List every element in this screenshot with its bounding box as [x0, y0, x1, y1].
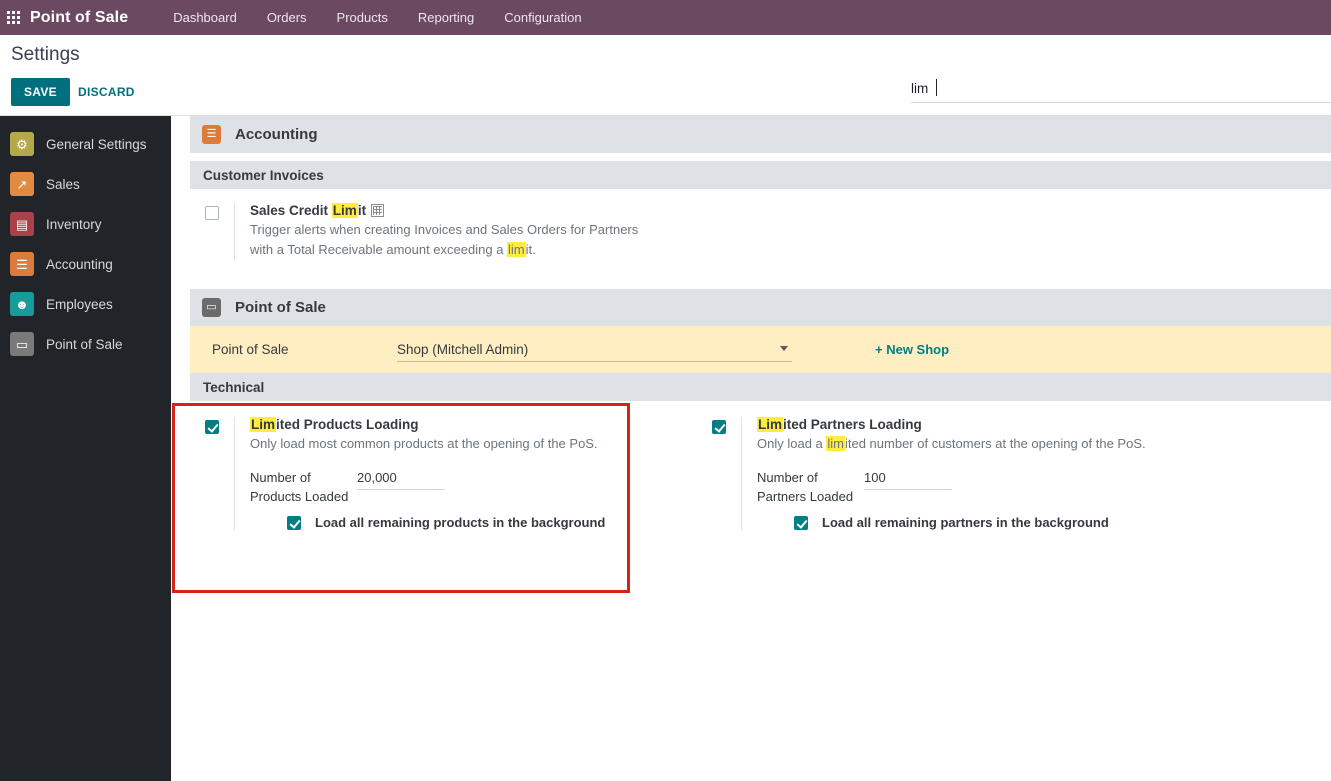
setting-title: Limited Products Loading	[250, 417, 605, 432]
search-highlight: lim	[507, 242, 526, 257]
nav-item-products[interactable]: Products	[322, 0, 403, 35]
nav-item-configuration[interactable]: Configuration	[489, 0, 596, 35]
search-highlight: Lim	[250, 417, 277, 432]
people-icon: ☻	[10, 292, 34, 316]
new-shop-link[interactable]: + New Shop	[875, 342, 949, 357]
search-bar[interactable]	[911, 75, 1331, 103]
sidebar-item-label: Employees	[46, 296, 113, 312]
partners-background-row: Load all remaining partners in the backg…	[757, 515, 1146, 530]
pos-select-wrapper[interactable]: Shop (Mitchell Admin)	[397, 337, 792, 362]
company-building-icon	[371, 204, 385, 217]
app-section-point-of-sale: ▭ Point of Sale	[190, 289, 1331, 326]
pos-terminal-icon: ▭	[10, 332, 34, 356]
accounting-app-icon: ☰	[202, 125, 221, 144]
sidebar-item-label: Accounting	[46, 256, 113, 272]
apps-grid-icon[interactable]	[7, 10, 21, 25]
limited-products-loading-checkbox[interactable]	[205, 420, 219, 434]
pos-selector-label: Point of Sale	[212, 342, 289, 357]
search-input[interactable]	[911, 75, 1331, 101]
sidebar-item-point-of-sale[interactable]: ▭ Point of Sale	[0, 324, 171, 364]
nav-item-dashboard[interactable]: Dashboard	[158, 0, 252, 35]
setting-description: Only load a limited number of customers …	[757, 436, 1146, 451]
sidebar-item-label: Sales	[46, 176, 80, 192]
sidebar-item-label: Point of Sale	[46, 336, 123, 352]
boxes-icon: ▤	[10, 212, 34, 236]
sidebar-item-accounting[interactable]: ☰ Accounting	[0, 244, 171, 284]
setting-title: Limited Partners Loading	[757, 417, 1146, 432]
limited-partners-loading-checkbox[interactable]	[712, 420, 726, 434]
page-title: Settings	[11, 44, 80, 65]
search-highlight: Lim	[757, 417, 784, 432]
chart-line-icon: ↗	[10, 172, 34, 196]
number-of-products-loaded-input[interactable]	[357, 468, 445, 490]
load-remaining-partners-label: Load all remaining partners in the backg…	[822, 515, 1109, 530]
setting-limited-products-loading: Limited Products Loading Only load most …	[190, 417, 660, 530]
discard-button[interactable]: DISCARD	[68, 78, 145, 106]
setting-sales-credit-limit: Sales Credit Limit Trigger alerts when c…	[190, 203, 1331, 260]
sidebar-item-employees[interactable]: ☻ Employees	[0, 284, 171, 324]
sales-credit-limit-checkbox[interactable]	[205, 206, 219, 220]
pos-select[interactable]: Shop (Mitchell Admin)	[397, 337, 792, 361]
text-cursor	[936, 79, 937, 96]
number-of-partners-loaded-input[interactable]	[864, 468, 952, 490]
setting-description: Trigger alerts when creating Invoices an…	[250, 222, 639, 257]
partners-number-row: Number of Partners Loaded	[757, 468, 1146, 506]
setting-title: Sales Credit Limit	[250, 203, 638, 218]
technical-settings-row: Limited Products Loading Only load most …	[171, 401, 1331, 593]
partners-number-label: Number of Partners Loaded	[757, 470, 854, 504]
load-remaining-partners-checkbox[interactable]	[794, 515, 808, 530]
pos-selector-strip: Point of Sale Shop (Mitchell Admin) + Ne…	[190, 326, 1331, 373]
search-highlight: lim	[826, 436, 845, 451]
group-title-technical: Technical	[190, 373, 1331, 401]
invoice-icon: ☰	[10, 252, 34, 276]
app-brand-title[interactable]: Point of Sale	[30, 9, 128, 27]
setting-limited-partners-loading: Limited Partners Loading Only load a lim…	[697, 417, 1167, 530]
control-panel: Settings SAVE DISCARD	[0, 35, 1331, 116]
app-section-accounting: ☰ Accounting	[190, 116, 1331, 153]
sidebar-item-inventory[interactable]: ▤ Inventory	[0, 204, 171, 244]
products-background-row: Load all remaining products in the backg…	[250, 515, 605, 530]
sidebar-item-sales[interactable]: ↗ Sales	[0, 164, 171, 204]
setting-title-text: Limited Partners Loading	[757, 417, 922, 432]
nav-item-reporting[interactable]: Reporting	[403, 0, 489, 35]
pos-app-icon: ▭	[202, 298, 221, 317]
app-section-title: Point of Sale	[235, 299, 326, 316]
save-button[interactable]: SAVE	[11, 78, 70, 106]
products-number-row: Number of Products Loaded	[250, 468, 605, 506]
sidebar-item-label: Inventory	[46, 216, 102, 232]
products-number-label: Number of Products Loaded	[250, 470, 349, 504]
setting-title-text: Limited Products Loading	[250, 417, 419, 432]
search-highlight: Lim	[331, 203, 358, 218]
sidebar-item-general-settings[interactable]: ⚙ General Settings	[0, 124, 171, 164]
load-remaining-products-label: Load all remaining products in the backg…	[315, 515, 606, 530]
sidebar-item-label: General Settings	[46, 136, 147, 152]
group-title-customer-invoices: Customer Invoices	[190, 161, 1331, 189]
setting-description: Only load most common products at the op…	[250, 436, 598, 451]
settings-sidebar: ⚙ General Settings ↗ Sales ▤ Inventory ☰…	[0, 116, 171, 781]
top-navbar: Point of Sale Dashboard Orders Products …	[0, 0, 1331, 35]
settings-content: ☰ Accounting Customer Invoices Sales Cre…	[171, 116, 1331, 781]
setting-title-text: Sales Credit Limit	[250, 203, 367, 218]
app-section-title: Accounting	[235, 126, 318, 143]
gear-icon: ⚙	[10, 132, 34, 156]
load-remaining-products-checkbox[interactable]	[287, 515, 301, 530]
nav-item-orders[interactable]: Orders	[252, 0, 322, 35]
